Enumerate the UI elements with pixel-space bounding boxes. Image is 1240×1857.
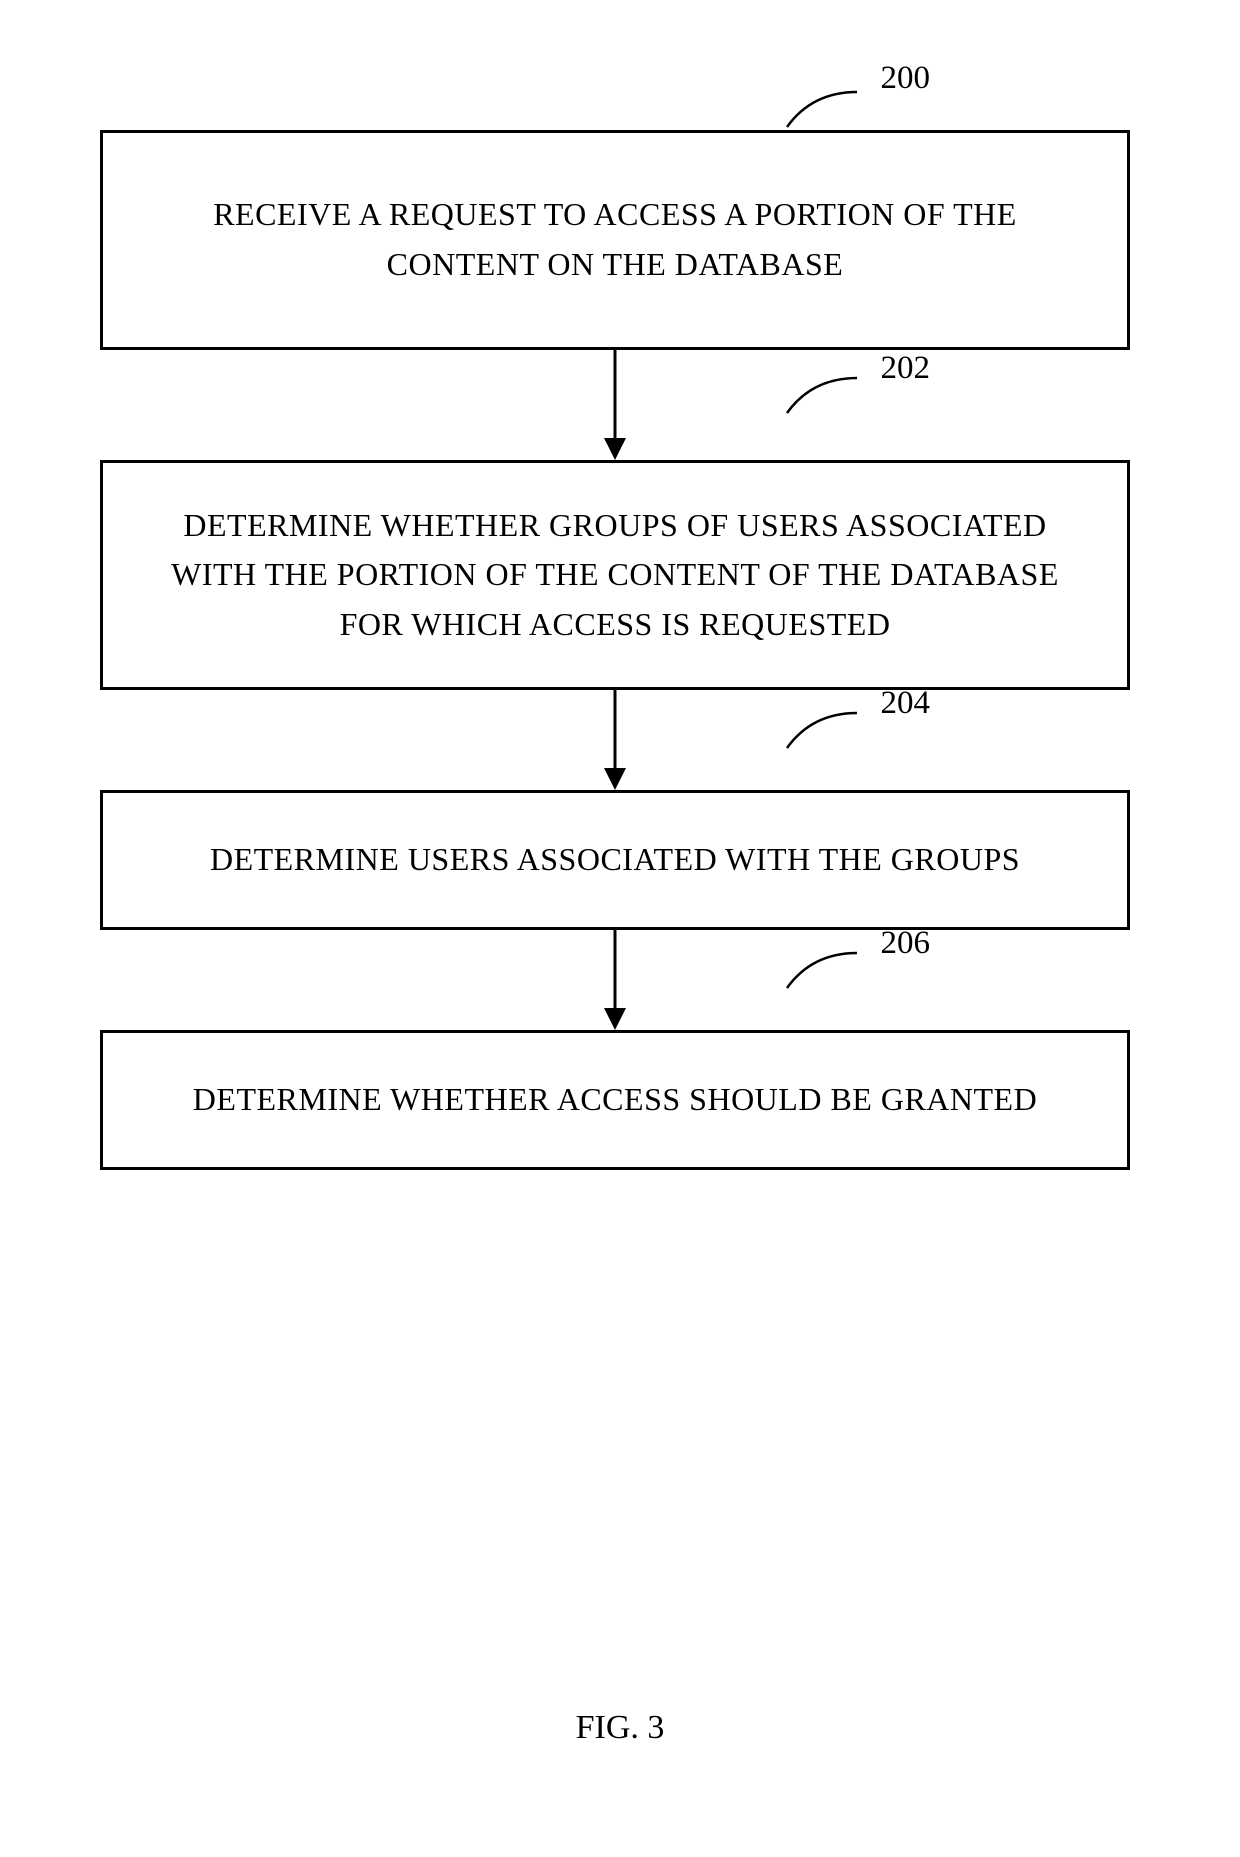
- label-text: 206: [881, 925, 931, 962]
- step-text: RECEIVE A REQUEST TO ACCESS A PORTION OF…: [143, 190, 1087, 289]
- step-label-202: 202: [100, 360, 1130, 415]
- step-label-200: 200: [100, 60, 1130, 130]
- flowchart-step-2: DETERMINE WHETHER GROUPS OF USERS ASSOCI…: [100, 460, 1130, 690]
- flowchart-step-4: DETERMINE WHETHER ACCESS SHOULD BE GRANT…: [100, 1030, 1130, 1170]
- step-label-206: 206: [100, 935, 1130, 990]
- flowchart-step-3: DETERMINE USERS ASSOCIATED WITH THE GROU…: [100, 790, 1130, 930]
- flowchart-container: 200 RECEIVE A REQUEST TO ACCESS A PORTIO…: [100, 60, 1130, 1170]
- flowchart-step-1: RECEIVE A REQUEST TO ACCESS A PORTION OF…: [100, 130, 1130, 350]
- step-text: DETERMINE USERS ASSOCIATED WITH THE GROU…: [210, 835, 1020, 885]
- step-text: DETERMINE WHETHER GROUPS OF USERS ASSOCI…: [143, 501, 1087, 650]
- step-text: DETERMINE WHETHER ACCESS SHOULD BE GRANT…: [193, 1075, 1037, 1125]
- step-label-204: 204: [100, 695, 1130, 750]
- figure-caption: FIG. 3: [0, 1709, 1240, 1747]
- label-text: 200: [881, 60, 931, 97]
- label-text: 202: [881, 350, 931, 387]
- label-text: 204: [881, 685, 931, 722]
